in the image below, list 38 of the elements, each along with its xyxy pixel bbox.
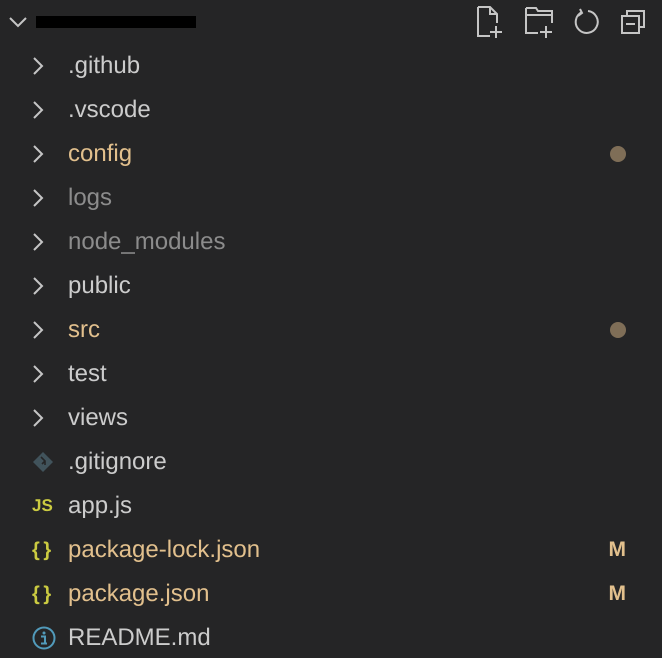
item-name: test bbox=[68, 360, 107, 388]
tree-item[interactable]: src bbox=[0, 308, 662, 352]
info-icon bbox=[32, 626, 56, 650]
item-name: config bbox=[68, 140, 132, 168]
tree-item[interactable]: JS app.js bbox=[0, 484, 662, 528]
tree-item[interactable]: { } package-lock.json M bbox=[0, 528, 662, 572]
new-folder-icon[interactable] bbox=[524, 6, 556, 38]
collapse-all-icon[interactable] bbox=[620, 9, 646, 35]
json-file-icon: { } bbox=[32, 538, 50, 562]
item-name: README.md bbox=[68, 624, 211, 652]
diamond-icon bbox=[32, 451, 54, 473]
item-name: src bbox=[68, 316, 100, 344]
tree-item[interactable]: node_modules bbox=[0, 220, 662, 264]
tree-item[interactable]: .github bbox=[0, 44, 662, 88]
tree-item[interactable]: views bbox=[0, 396, 662, 440]
tree-item[interactable]: public bbox=[0, 264, 662, 308]
item-name: app.js bbox=[68, 492, 132, 520]
git-status: M bbox=[608, 538, 626, 562]
tree-item[interactable]: test bbox=[0, 352, 662, 396]
item-name: .github bbox=[68, 52, 140, 80]
git-status: M bbox=[608, 582, 626, 606]
item-name: package-lock.json bbox=[68, 536, 260, 564]
tree-item[interactable]: .vscode bbox=[0, 88, 662, 132]
tree-item[interactable]: .gitignore bbox=[0, 440, 662, 484]
item-name: .vscode bbox=[68, 96, 151, 124]
refresh-icon[interactable] bbox=[574, 8, 602, 36]
tree-item[interactable]: config bbox=[0, 132, 662, 176]
item-name: .gitignore bbox=[68, 448, 167, 476]
item-name: logs bbox=[68, 184, 112, 212]
item-name: package.json bbox=[68, 580, 210, 608]
item-name: node_modules bbox=[68, 228, 226, 256]
item-name: public bbox=[68, 272, 131, 300]
tree-item[interactable]: README.md bbox=[0, 616, 662, 658]
tree-item[interactable]: logs bbox=[0, 176, 662, 220]
tree-item[interactable]: { } package.json M bbox=[0, 572, 662, 616]
js-file-icon: JS bbox=[32, 496, 53, 516]
json-file-icon: { } bbox=[32, 582, 50, 606]
item-name: views bbox=[68, 404, 128, 432]
